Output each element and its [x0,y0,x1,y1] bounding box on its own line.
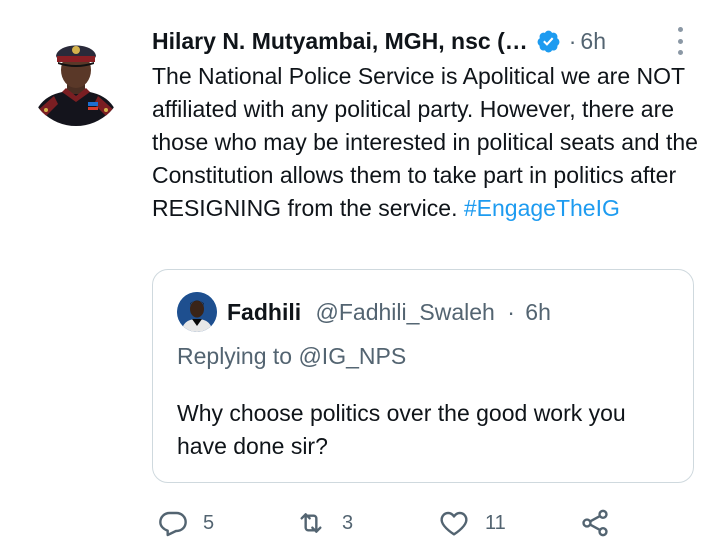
tweet-time[interactable]: 6h [580,26,606,56]
reply-button[interactable]: 5 [157,505,214,541]
retweet-count: 3 [342,511,354,534]
quoted-author-handle[interactable]: @Fadhili_Swaleh [316,299,495,325]
author-name[interactable]: Hilary N. Mutyambai, MGH, nsc (… [152,26,528,56]
quoted-author-name[interactable]: Fadhili [227,299,301,325]
retweet-icon [300,513,322,533]
tweet-header: Hilary N. Mutyambai, MGH, nsc (… · 6h [152,26,606,56]
more-dot [677,38,683,44]
like-count: 11 [485,511,506,534]
quoted-tweet-header: Fadhili @Fadhili_Swaleh · 6h [227,297,551,327]
like-icon [440,511,468,536]
retweet-button[interactable]: 3 [294,505,353,541]
quoted-tweet-text: Why choose politics over the good work y… [177,400,626,459]
share-icon [582,509,608,537]
quoted-header-separator: · [507,299,515,325]
tweet-text: The National Police Service is Apolitica… [152,60,712,225]
header-separator: · [568,28,577,54]
tweet-actions: 5 3 11 [152,505,672,541]
verified-badge-icon [537,30,560,52]
quoted-tweet-time[interactable]: 6h [525,299,551,325]
replying-to: Replying to @IG_NPS [177,343,407,369]
quoted-author-avatar[interactable] [177,292,217,332]
author-avatar[interactable] [28,30,124,126]
like-button[interactable]: 11 [437,505,506,541]
share-button[interactable] [578,505,612,541]
reply-icon [159,511,187,537]
reply-count: 5 [203,511,215,534]
more-options-icon[interactable] [670,27,690,55]
hashtag-link[interactable]: #EngageTheIG [464,195,620,221]
quoted-tweet-card[interactable]: Fadhili @Fadhili_Swaleh · 6h Replying to… [152,269,694,483]
more-dot [677,27,683,32]
more-dot [677,50,683,55]
